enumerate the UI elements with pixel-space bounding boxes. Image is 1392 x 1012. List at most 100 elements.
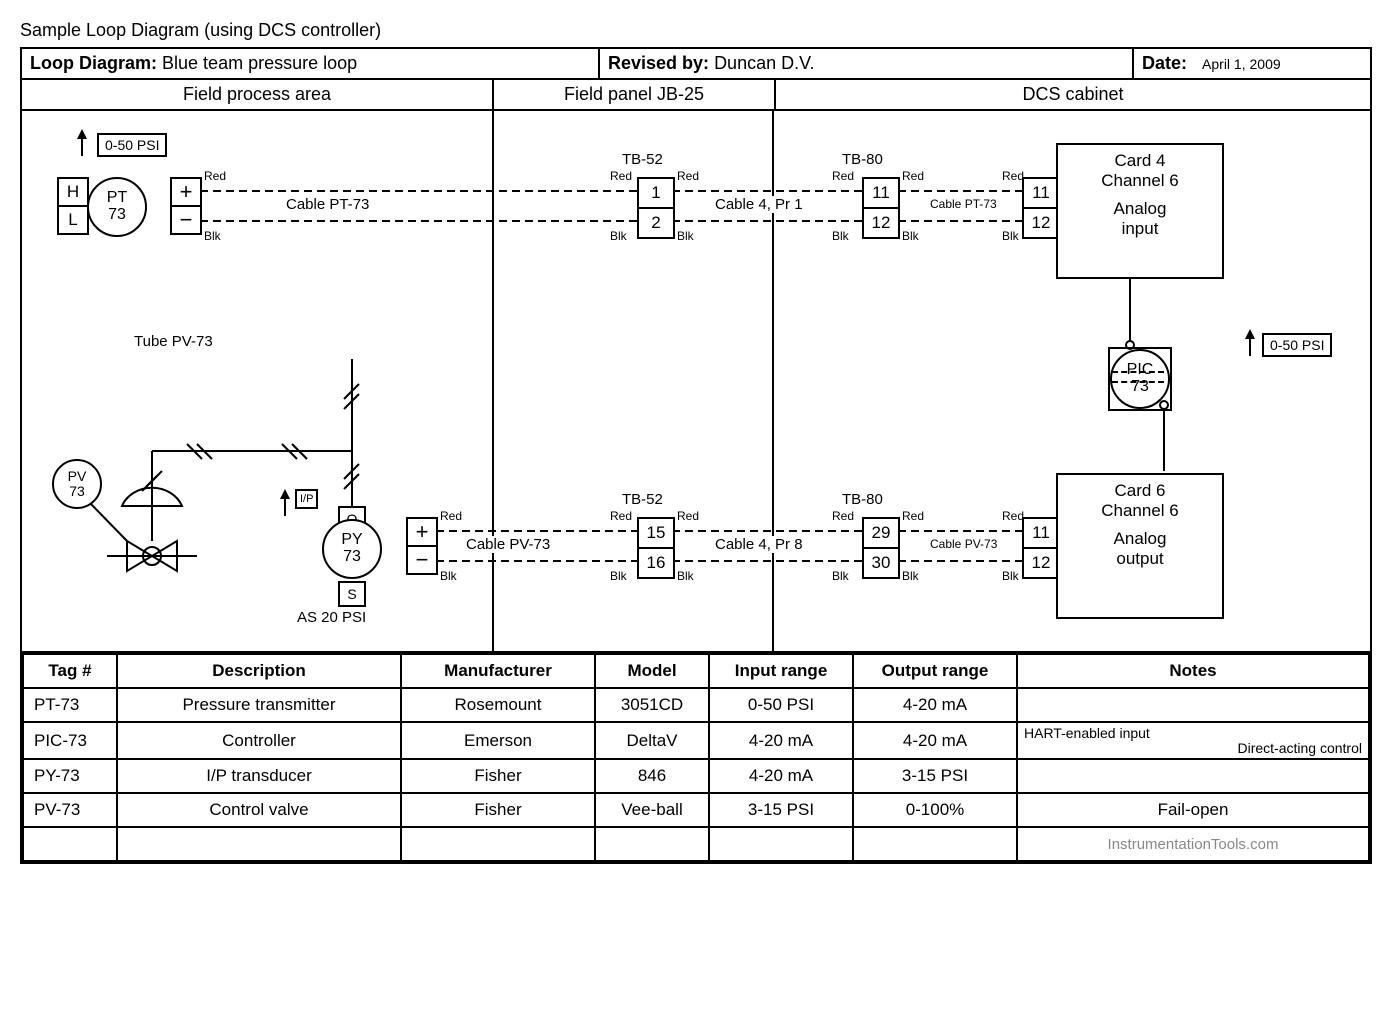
cell: 4-20 mA bbox=[853, 722, 1017, 759]
cable-pt73-b: Cable PT-73 bbox=[927, 197, 1000, 211]
tb52-15: 15 bbox=[637, 517, 675, 549]
cable-pv73: Cable PV-73 bbox=[462, 536, 554, 553]
card6-box: Card 6Channel 6 Analogoutput bbox=[1056, 473, 1224, 619]
lb2: Blk bbox=[677, 569, 694, 583]
lb4: Blk bbox=[902, 569, 919, 583]
loop-title-cell: Loop Diagram: Blue team pressure loop bbox=[22, 49, 600, 78]
pic-bubble: PIC 73 bbox=[1110, 349, 1170, 409]
col-3: Model bbox=[595, 654, 709, 688]
tb80-label-1: TB-80 bbox=[842, 151, 883, 168]
cell: Controller bbox=[117, 722, 401, 759]
title-row: Loop Diagram: Blue team pressure loop Re… bbox=[22, 49, 1370, 80]
cell bbox=[23, 827, 117, 861]
cell: 4-20 mA bbox=[709, 759, 853, 793]
section-panel: Field panel JB-25 bbox=[494, 80, 776, 109]
tb80-29: 29 bbox=[862, 517, 900, 549]
cell: DeltaV bbox=[595, 722, 709, 759]
cell: PY-73 bbox=[23, 759, 117, 793]
cell bbox=[1017, 759, 1369, 793]
card4-box: Card 4Channel 6 Analoginput bbox=[1056, 143, 1224, 279]
cell: 3-15 PSI bbox=[853, 759, 1017, 793]
section-dcs: DCS cabinet bbox=[776, 80, 1370, 109]
cell: 846 bbox=[595, 759, 709, 793]
cell bbox=[117, 827, 401, 861]
table-row: PT-73Pressure transmitterRosemount3051CD… bbox=[23, 688, 1369, 722]
cell: Emerson bbox=[401, 722, 595, 759]
b4: Blk bbox=[902, 229, 919, 243]
table-row: InstrumentationTools.com bbox=[23, 827, 1369, 861]
tb80-12: 12 bbox=[862, 207, 900, 239]
cell: 3-15 PSI bbox=[709, 793, 853, 827]
tb52-16: 16 bbox=[637, 547, 675, 579]
cell: Vee-ball bbox=[595, 793, 709, 827]
py-plus: + bbox=[406, 517, 438, 547]
card6-t11: 11 bbox=[1022, 517, 1060, 549]
tb80-label-2: TB-80 bbox=[842, 491, 883, 508]
lr2: Red bbox=[677, 509, 699, 523]
py-s: S bbox=[338, 581, 366, 607]
table-row: PIC-73ControllerEmersonDeltaV4-20 mA4-20… bbox=[23, 722, 1369, 759]
tb52-2: 2 bbox=[637, 207, 675, 239]
lr4: Red bbox=[902, 509, 924, 523]
pt-red-lbl: Red bbox=[204, 169, 226, 183]
r2: Red bbox=[677, 169, 699, 183]
pt-plus: + bbox=[170, 177, 202, 207]
r3: Red bbox=[832, 169, 854, 183]
card6-t12: 12 bbox=[1022, 547, 1060, 579]
pyr: Red bbox=[440, 509, 462, 523]
pic-dash2 bbox=[1112, 381, 1164, 383]
l-port: L bbox=[57, 205, 89, 235]
pyb: Blk bbox=[440, 569, 457, 583]
lb1: Blk bbox=[610, 569, 627, 583]
tb52-label-2: TB-52 bbox=[622, 491, 663, 508]
pic-dash1 bbox=[1112, 371, 1164, 373]
b2: Blk bbox=[677, 229, 694, 243]
diagram-frame: Loop Diagram: Blue team pressure loop Re… bbox=[20, 47, 1372, 864]
b1: Blk bbox=[610, 229, 627, 243]
pic-range-box: 0-50 PSI bbox=[1262, 333, 1332, 357]
py-bubble: PY73 bbox=[322, 519, 382, 579]
pt-minus: − bbox=[170, 205, 202, 235]
cell bbox=[709, 827, 853, 861]
cell: Fisher bbox=[401, 793, 595, 827]
cell: Pressure transmitter bbox=[117, 688, 401, 722]
tb80-11: 11 bbox=[862, 177, 900, 209]
cell bbox=[1017, 688, 1369, 722]
pt-range-box: 0-50 PSI bbox=[97, 133, 167, 157]
table-header-row: Tag #DescriptionManufacturerModelInput r… bbox=[23, 654, 1369, 688]
lr3: Red bbox=[832, 509, 854, 523]
cable-pv73-b: Cable PV-73 bbox=[927, 537, 1000, 551]
col-0: Tag # bbox=[23, 654, 117, 688]
cell: PV-73 bbox=[23, 793, 117, 827]
cell: Fisher bbox=[401, 759, 595, 793]
cell bbox=[595, 827, 709, 861]
pt-bubble: PT73 bbox=[87, 177, 147, 237]
col-5: Output range bbox=[853, 654, 1017, 688]
r5: Red bbox=[1002, 169, 1024, 183]
py-minus: − bbox=[406, 545, 438, 575]
lb5: Blk bbox=[1002, 569, 1019, 583]
h-port: H bbox=[57, 177, 89, 207]
loop-table: Tag #DescriptionManufacturerModelInput r… bbox=[22, 653, 1370, 862]
col-2: Manufacturer bbox=[401, 654, 595, 688]
col-1: Description bbox=[117, 654, 401, 688]
cell: 0-100% bbox=[853, 793, 1017, 827]
cell: 3051CD bbox=[595, 688, 709, 722]
section-field: Field process area bbox=[22, 80, 494, 109]
cell: Fail-open bbox=[1017, 793, 1369, 827]
r1: Red bbox=[610, 169, 632, 183]
lr5: Red bbox=[1002, 509, 1024, 523]
b5: Blk bbox=[1002, 229, 1019, 243]
as-label: AS 20 PSI bbox=[297, 609, 366, 626]
cell: Rosemount bbox=[401, 688, 595, 722]
loop-diagram: 0-50 PSI H L PT73 + − Red Blk Cable PT-7… bbox=[22, 111, 1370, 653]
pv-bubble: PV73 bbox=[52, 459, 102, 509]
r4: Red bbox=[902, 169, 924, 183]
cell: InstrumentationTools.com bbox=[1017, 827, 1369, 861]
card4-t11: 11 bbox=[1022, 177, 1060, 209]
ip-box: I/P bbox=[295, 489, 318, 509]
cell: HART-enabled inputDirect-acting control bbox=[1017, 722, 1369, 759]
cell: 0-50 PSI bbox=[709, 688, 853, 722]
cable4-pr1: Cable 4, Pr 1 bbox=[712, 196, 806, 213]
cable4-pr8: Cable 4, Pr 8 bbox=[712, 536, 806, 553]
